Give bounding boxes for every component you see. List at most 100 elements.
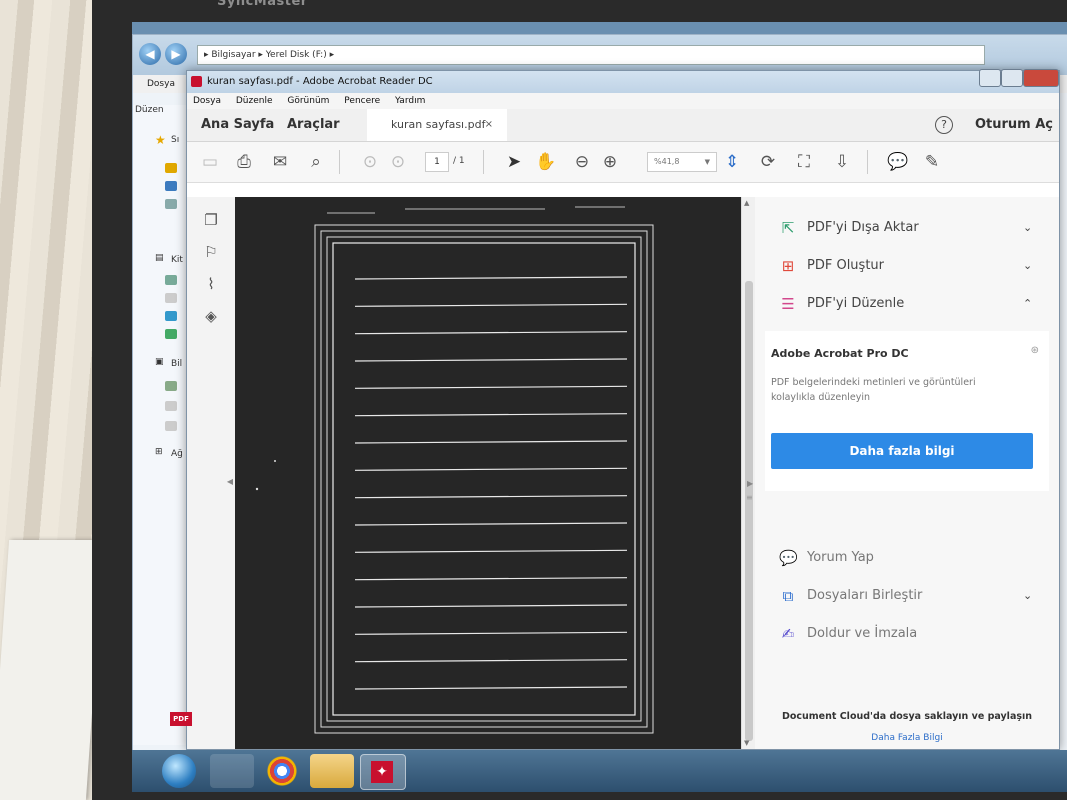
ruled-line [354, 495, 628, 499]
chevron-down-icon[interactable]: ⌄ [1023, 217, 1032, 239]
sidebar-library-label[interactable]: Kit [171, 255, 183, 265]
vertical-scrollbar[interactable]: ▲ ▼ ≡ [741, 197, 756, 749]
email-icon[interactable]: ✉ [269, 152, 291, 172]
grip-icon: ≡ [746, 493, 753, 502]
pen-icon[interactable]: ✎ [921, 152, 943, 172]
zoom-select[interactable]: %41,8 ▼ [647, 152, 717, 172]
next-page-icon[interactable]: ⊙ [387, 152, 409, 172]
chrome-icon[interactable] [260, 754, 304, 788]
tool-label: Doldur ve İmzala [807, 626, 918, 641]
toolbar-separator [867, 150, 868, 174]
pdf-desktop-icon-badge[interactable]: PDF [170, 712, 192, 726]
menu-view[interactable]: Görünüm [287, 96, 329, 106]
documents-icon[interactable] [165, 275, 177, 285]
fill-sign-icon: ✍ [781, 625, 795, 643]
library-icon[interactable]: ▤ [155, 253, 164, 263]
acrobat-icon[interactable]: ✦ [360, 754, 406, 790]
drive-icon[interactable] [165, 401, 177, 411]
scroll-down-icon[interactable]: ▼ [744, 739, 749, 747]
explorer-icon[interactable] [210, 754, 254, 788]
sign-in-button[interactable]: Oturum Aç [975, 117, 1053, 132]
fit-page-icon[interactable]: ⇕ [721, 152, 743, 172]
folder-icon[interactable] [165, 199, 177, 209]
zoom-value: %41,8 [654, 157, 680, 166]
scrollbar-thumb[interactable] [745, 281, 753, 741]
ruled-line [354, 303, 628, 307]
chevron-down-icon[interactable]: ⌄ [1023, 585, 1032, 607]
drive-icon[interactable] [165, 421, 177, 431]
window-title: kuran sayfası.pdf - Adobe Acrobat Reader… [207, 76, 433, 87]
close-button[interactable] [1023, 69, 1059, 87]
scroll-up-icon[interactable]: ▲ [744, 199, 749, 207]
print-icon[interactable]: ⎙ [233, 152, 255, 172]
page-total: / 1 [453, 156, 465, 166]
zoom-in-icon[interactable]: ⊕ [599, 152, 621, 172]
desktop-icon[interactable] [165, 181, 177, 191]
page-number-input[interactable]: 1 [425, 152, 449, 172]
pdf-page [235, 197, 741, 752]
search-icon[interactable]: ⌕ [305, 152, 327, 172]
comment-icon[interactable]: 💬 [887, 152, 909, 172]
page-thumbnails-icon[interactable]: ❐ [201, 211, 221, 231]
music-icon[interactable] [165, 311, 177, 321]
attachment-icon[interactable]: ⌇ [201, 275, 221, 295]
favorites-icon[interactable]: ★ [155, 133, 166, 147]
collapse-pane-icon[interactable]: ◀ [227, 477, 233, 486]
folder-icon[interactable] [310, 754, 354, 788]
scroll-mode-icon[interactable]: ⇩ [831, 152, 853, 172]
sidebar-favorites-label[interactable]: Sı [171, 135, 179, 145]
ruled-line [354, 467, 628, 471]
background-paper [0, 540, 105, 800]
learn-more-button[interactable]: Daha fazla bilgi [771, 433, 1033, 469]
tab-home[interactable]: Ana Sayfa [201, 117, 274, 132]
drive-icon[interactable] [165, 381, 177, 391]
start-button[interactable] [162, 754, 196, 788]
maximize-button[interactable] [1001, 69, 1023, 87]
minimize-button[interactable] [979, 69, 1001, 87]
sidebar-computer-label[interactable]: Bil [171, 359, 182, 369]
menu-help[interactable]: Yardım [395, 96, 425, 106]
menu-file[interactable]: Dosya [193, 96, 221, 106]
chevron-up-icon[interactable]: ⌃ [1023, 293, 1032, 315]
videos-icon[interactable] [165, 329, 177, 339]
explorer-menu-file[interactable]: Dosya [147, 79, 175, 89]
prev-page-icon[interactable]: ⊙ [359, 152, 381, 172]
expand-pane-icon[interactable]: ▶ [747, 479, 753, 488]
toolbar-separator [483, 150, 484, 174]
forward-button[interactable]: ▶ [165, 43, 187, 65]
zoom-out-icon[interactable]: ⊖ [571, 152, 593, 172]
document-cloud-link[interactable]: Daha Fazla Bilgi [755, 733, 1059, 743]
dismiss-icon[interactable]: ⊛ [1031, 345, 1039, 356]
layers-icon[interactable]: ◈ [201, 307, 221, 327]
network-icon[interactable]: ⊞ [155, 447, 163, 457]
computer-icon[interactable]: ▣ [155, 357, 164, 367]
create-pdf-icon: ⊞ [781, 257, 795, 275]
tab-tools[interactable]: Araçlar [287, 117, 340, 132]
ruled-line [354, 604, 628, 608]
hand-icon[interactable]: ✋ [535, 152, 557, 172]
export-pdf-icon: ⇱ [781, 219, 795, 237]
explorer-menu-edit[interactable]: Düzen [135, 105, 164, 115]
tool-label: Yorum Yap [807, 550, 874, 565]
navigation-pane: ❐ ⚐ ⌇ ◈ ◀ [187, 197, 236, 749]
document-view[interactable] [235, 197, 741, 752]
acrobat-tab-bar: Ana Sayfa Araçlar kuran sayfası.pdf × ? … [187, 109, 1059, 142]
ruled-line [354, 276, 628, 280]
tab-document[interactable]: kuran sayfası.pdf × [367, 109, 507, 141]
select-icon[interactable]: ➤ [503, 152, 525, 172]
fullscreen-icon[interactable]: ⛶ [793, 152, 815, 172]
pictures-icon[interactable] [165, 293, 177, 303]
save-icon[interactable]: ▭ [199, 152, 221, 172]
chevron-down-icon[interactable]: ⌄ [1023, 255, 1032, 277]
explorer-address-bar[interactable]: ▸ Bilgisayar ▸ Yerel Disk (F:) ▸ [197, 45, 985, 65]
ruled-line [354, 413, 628, 417]
folder-icon[interactable] [165, 163, 177, 173]
close-tab-icon[interactable]: × [485, 109, 493, 141]
rotate-icon[interactable]: ⟳ [757, 152, 779, 172]
help-icon[interactable]: ? [935, 116, 953, 134]
menu-window[interactable]: Pencere [344, 96, 380, 106]
bookmark-icon[interactable]: ⚐ [201, 243, 221, 263]
menu-edit[interactable]: Düzenle [236, 96, 273, 106]
sidebar-network-label[interactable]: Ağ [171, 449, 183, 459]
back-button[interactable]: ◀ [139, 43, 161, 65]
